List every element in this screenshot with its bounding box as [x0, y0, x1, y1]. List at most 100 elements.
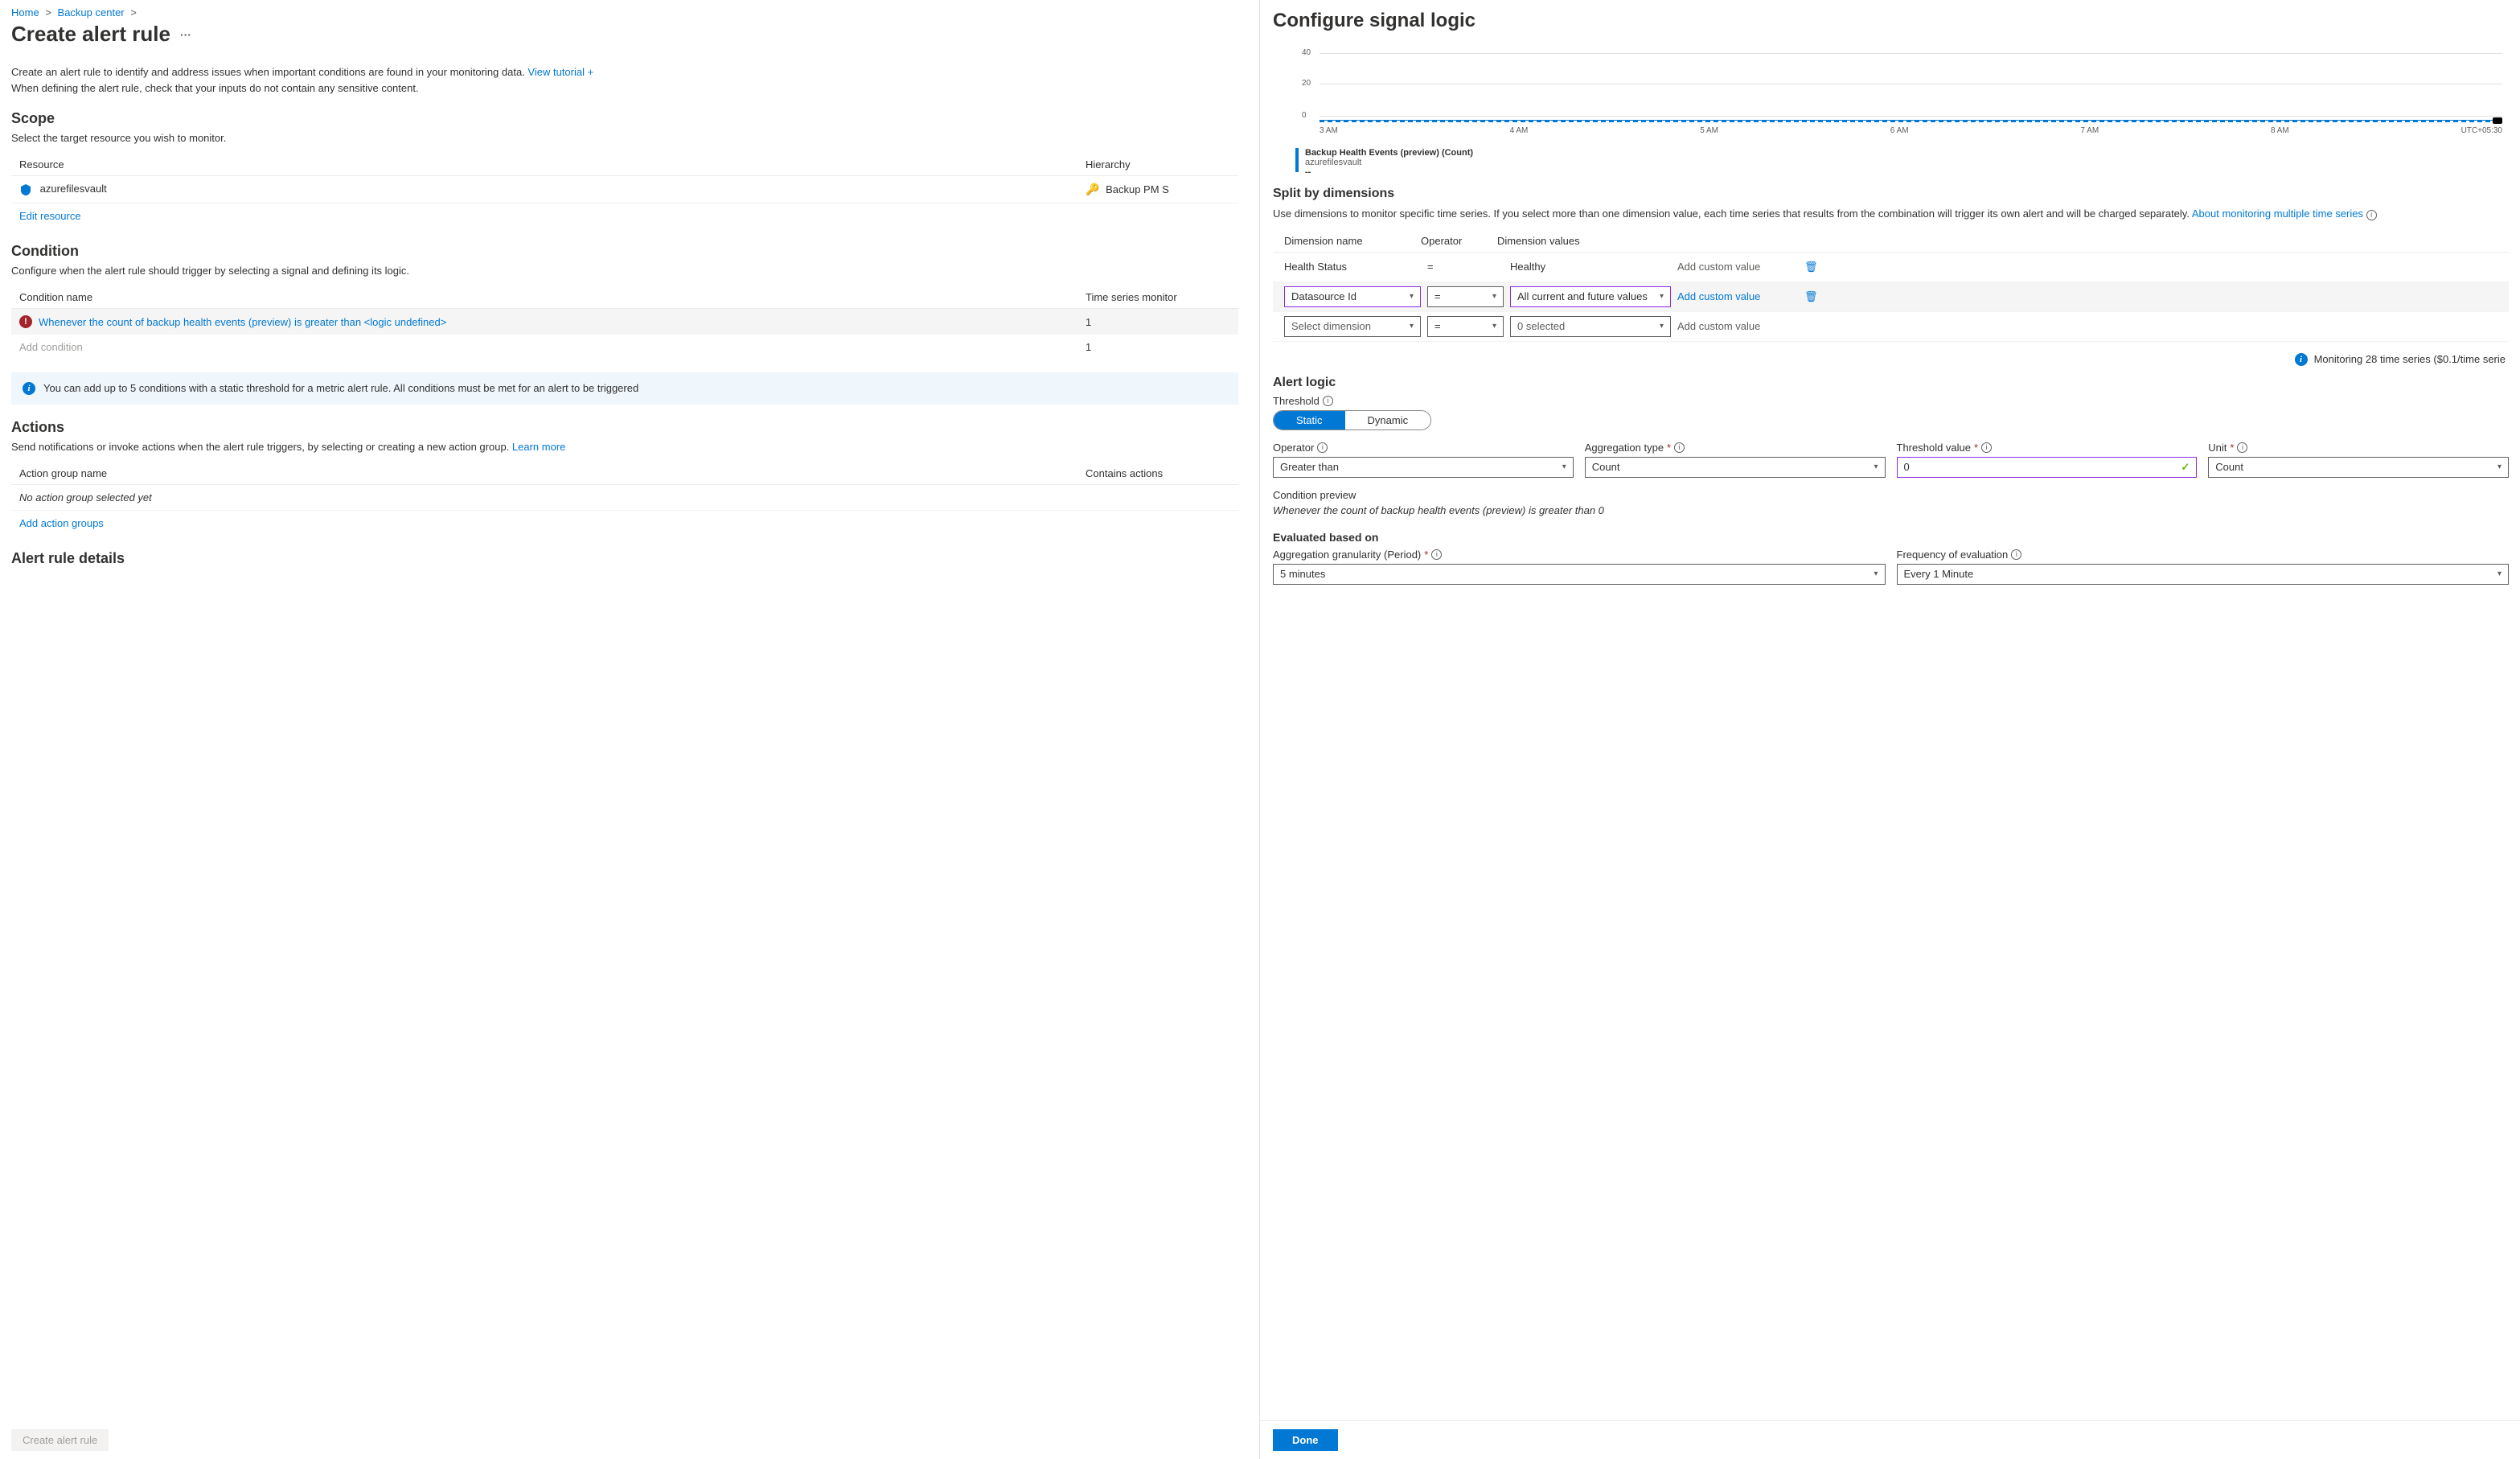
scope-resource-row: azurefilesvault 🔑 Backup PM S — [11, 176, 1238, 203]
chevron-down-icon: ▾ — [1874, 462, 1878, 471]
threshold-value-label: Threshold value * i — [1897, 442, 2198, 454]
actions-learn-more[interactable]: Learn more — [512, 441, 565, 453]
condition-link[interactable]: Whenever the count of backup health even… — [39, 316, 1086, 328]
actions-sub: Send notifications or invoke actions whe… — [11, 441, 1238, 453]
help-icon[interactable]: i — [1674, 442, 1685, 453]
pill-static[interactable]: Static — [1274, 411, 1345, 429]
dim-op-select[interactable]: =▾ — [1427, 286, 1504, 307]
edit-resource-link[interactable]: Edit resource — [11, 203, 89, 228]
monitoring-note: i Monitoring 28 time series ($0.1/time s… — [1284, 353, 2506, 366]
condition-sub: Configure when the alert rule should tri… — [11, 265, 1238, 277]
freq-label: Frequency of evaluation i — [1897, 549, 2510, 561]
signal-footer: Done — [1260, 1420, 2520, 1459]
dim-val-select[interactable]: 0 selected▾ — [1510, 316, 1671, 337]
check-icon: ✓ — [2181, 461, 2190, 474]
help-icon[interactable]: i — [2237, 442, 2247, 453]
dim-val-select[interactable]: All current and future values▾ — [1510, 286, 1671, 307]
add-custom-value[interactable]: Add custom value — [1677, 261, 1798, 273]
view-tutorial-link[interactable]: View tutorial + — [527, 66, 593, 78]
chevron-down-icon: ▾ — [1874, 569, 1878, 578]
vault-icon — [19, 183, 32, 196]
alert-logic-heading: Alert logic — [1273, 376, 2509, 390]
dim-name-select[interactable]: Select dimension▾ — [1284, 316, 1421, 337]
footer: Create alert rule — [0, 1421, 120, 1459]
operator-select[interactable]: Greater than▾ — [1273, 457, 1574, 478]
chevron-down-icon: ▾ — [1492, 292, 1496, 301]
threshold-label: Threshold i — [1273, 395, 2509, 407]
threshold-toggle[interactable]: Static Dynamic — [1273, 410, 1431, 430]
split-heading: Split by dimensions — [1273, 187, 2509, 201]
add-condition-row[interactable]: Add condition 1 — [11, 335, 1238, 360]
page-title: Create alert rule ··· — [11, 22, 1238, 47]
condition-table-header: Condition name Time series monitor — [11, 286, 1238, 309]
chevron-down-icon: ▾ — [1660, 322, 1664, 331]
dim-val: Healthy — [1510, 257, 1671, 277]
scope-heading: Scope — [11, 110, 1238, 127]
period-label: Aggregation granularity (Period) * i — [1273, 549, 1886, 561]
actions-empty-row: No action group selected yet — [11, 485, 1238, 511]
help-icon[interactable]: i — [2366, 210, 2377, 220]
unit-label: Unit * i — [2208, 442, 2509, 454]
trash-icon[interactable]: 🗑 — [1804, 290, 1820, 303]
dim-name-select[interactable]: Datasource Id▾ — [1284, 286, 1421, 307]
done-button[interactable]: Done — [1273, 1429, 1338, 1451]
breadcrumb-backup-center[interactable]: Backup center — [58, 6, 125, 18]
help-icon[interactable]: i — [2011, 549, 2021, 560]
eval-heading: Evaluated based on — [1273, 531, 2509, 544]
signal-title: Configure signal logic — [1273, 6, 2517, 40]
freq-select[interactable]: Every 1 Minute▾ — [1897, 564, 2510, 585]
actions-table-header: Action group name Contains actions — [11, 462, 1238, 485]
help-icon[interactable]: i — [1981, 442, 1992, 453]
pill-dynamic[interactable]: Dynamic — [1345, 411, 1431, 429]
threshold-value-input[interactable]: 0✓ — [1897, 457, 2198, 478]
signal-panel: Configure signal logic 40 20 0 3 AM 4 AM… — [1260, 0, 2520, 1459]
period-select[interactable]: 5 minutes▾ — [1273, 564, 1886, 585]
help-icon[interactable]: i — [1323, 396, 1333, 406]
dim-table-header: Dimension name Operator Dimension values — [1273, 230, 2509, 253]
add-custom-value-link[interactable]: Add custom value — [1677, 290, 1798, 302]
add-action-groups-link[interactable]: Add action groups — [11, 511, 112, 536]
trash-icon[interactable]: 🗑 — [1804, 261, 1820, 273]
breadcrumb-home[interactable]: Home — [11, 6, 39, 18]
chart-marker — [2493, 117, 2502, 124]
dim-row: Health Status = Healthy Add custom value… — [1273, 253, 2509, 282]
intro-text: Create an alert rule to identify and add… — [11, 64, 1238, 96]
dim-row: Select dimension▾ =▾ 0 selected▾ Add cus… — [1273, 312, 2509, 342]
help-icon[interactable]: i — [1317, 442, 1328, 453]
key-icon: 🔑 — [1086, 183, 1099, 195]
main-content: Home > Backup center > Create alert rule… — [0, 0, 1260, 1459]
add-custom-value[interactable]: Add custom value — [1677, 320, 1798, 332]
chart-line — [1320, 120, 2497, 122]
chevron-down-icon: ▾ — [1562, 462, 1566, 471]
split-link[interactable]: About monitoring multiple time series — [2192, 208, 2363, 220]
chevron-down-icon: ▾ — [2497, 569, 2502, 578]
agg-label: Aggregation type * i — [1585, 442, 1886, 454]
error-icon: ! — [19, 315, 32, 328]
create-alert-rule-button[interactable]: Create alert rule — [11, 1429, 109, 1451]
scope-table-header: Resource Hierarchy — [11, 154, 1238, 176]
details-heading: Alert rule details — [11, 550, 1238, 567]
chart-legend: Backup Health Events (preview) (Count) a… — [1295, 148, 2502, 177]
more-menu-icon[interactable]: ··· — [180, 28, 191, 41]
help-icon[interactable]: i — [1431, 549, 1442, 560]
info-icon: i — [2295, 353, 2308, 366]
actions-heading: Actions — [11, 419, 1238, 436]
dim-op: = — [1427, 257, 1504, 277]
dim-op-select[interactable]: =▾ — [1427, 316, 1504, 337]
info-icon: i — [23, 382, 35, 395]
scope-sub: Select the target resource you wish to m… — [11, 132, 1238, 144]
dim-row: Datasource Id▾ =▾ All current and future… — [1273, 282, 2509, 312]
split-desc: Use dimensions to monitor specific time … — [1273, 206, 2509, 222]
chevron-down-icon: ▾ — [1660, 292, 1664, 301]
condition-row[interactable]: ! Whenever the count of backup health ev… — [11, 309, 1238, 335]
dim-name: Health Status — [1284, 257, 1421, 277]
agg-select[interactable]: Count▾ — [1585, 457, 1886, 478]
preview-heading: Condition preview — [1273, 489, 2509, 501]
chevron-down-icon: ▾ — [1410, 322, 1414, 331]
chevron-down-icon: ▾ — [1410, 292, 1414, 301]
chevron-down-icon: ▾ — [2497, 462, 2502, 471]
breadcrumb: Home > Backup center > — [11, 6, 1238, 18]
condition-heading: Condition — [11, 243, 1238, 260]
unit-select[interactable]: Count▾ — [2208, 457, 2509, 478]
preview-text: Whenever the count of backup health even… — [1273, 504, 2509, 516]
